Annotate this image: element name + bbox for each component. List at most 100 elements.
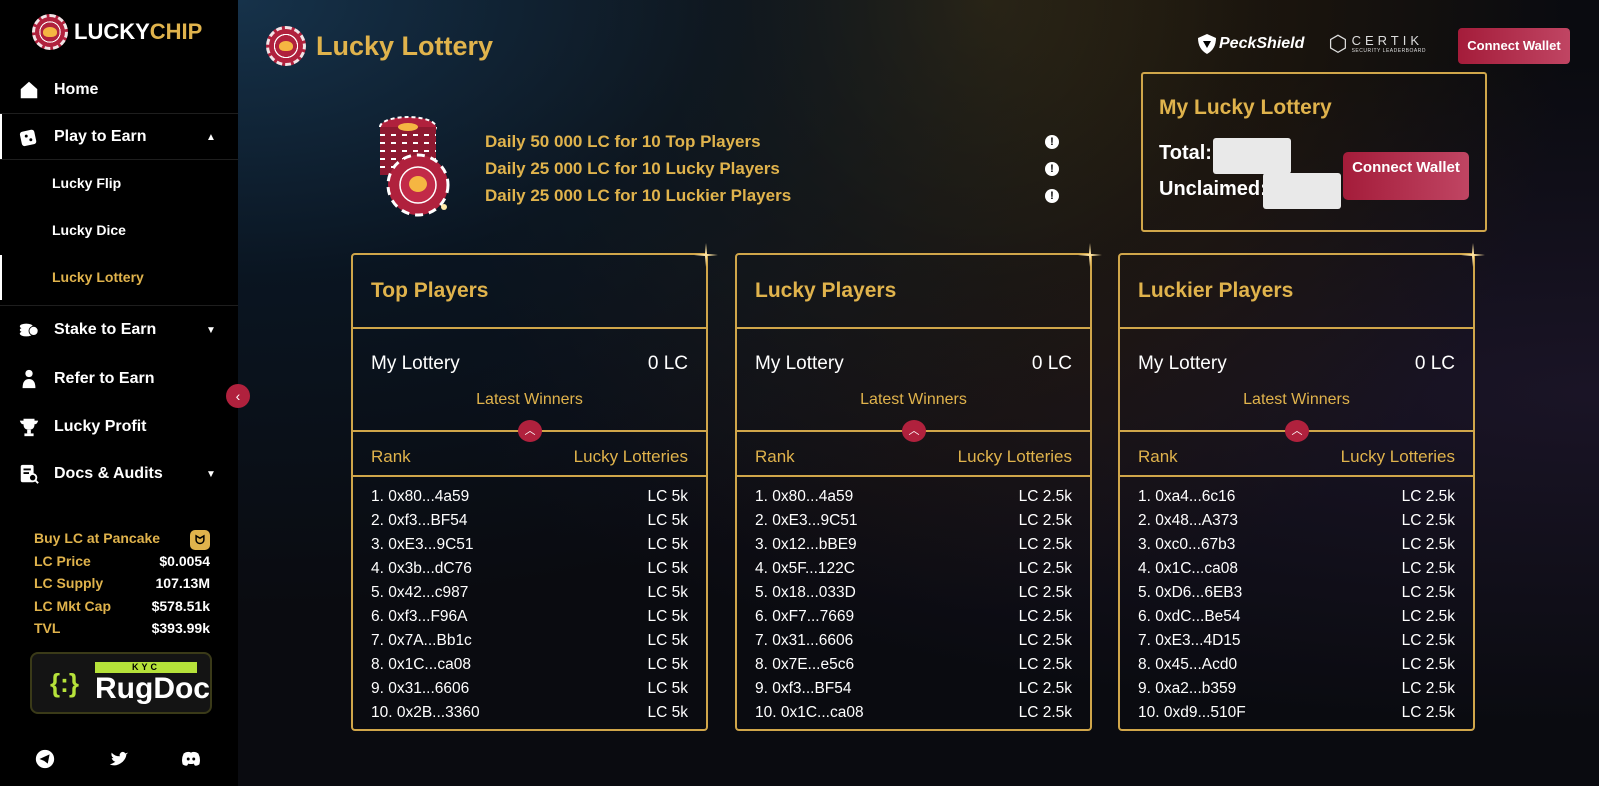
winner-address: 3. 0x12...bBE9	[755, 536, 857, 553]
winner-amount: LC 2.5k	[1401, 656, 1455, 673]
winner-amount: LC 2.5k	[1401, 680, 1455, 697]
winner-address: 6. 0xdC...Be54	[1138, 608, 1241, 625]
divider	[0, 113, 238, 114]
user-icon	[22, 369, 36, 389]
winners-list: 1. 0x80...4a59 LC 2.5k 2. 0xE3...9C51 LC 2.…	[755, 485, 1072, 725]
page-title-text: Lucky Lottery	[316, 30, 494, 61]
winner-address: 1. 0xa4...6c16	[1138, 488, 1236, 505]
connect-wallet-panel-button[interactable]: Connect Wallet	[1343, 152, 1469, 200]
prize-text: Daily 25 000 LC for 10 Lucky Players	[485, 158, 780, 178]
connect-wallet-button[interactable]: Connect Wallet	[1458, 28, 1570, 64]
sidebar-item-lucky-profit[interactable]: Lucky Profit	[0, 407, 238, 447]
sidebar-subitem-lucky-lottery[interactable]: Lucky Lottery	[52, 269, 144, 285]
stat-value: $0.0054	[159, 552, 210, 569]
winner-row: 2. 0xE3...9C51 LC 2.5k	[755, 509, 1072, 533]
peckshield-logo[interactable]: PeckShield	[1197, 33, 1304, 55]
winner-address: 8. 0x1C...ca08	[371, 656, 471, 673]
top-players-card: Top Players My Lottery 0 LC Latest Winne…	[351, 243, 718, 731]
sidebar-item-stake-to-earn[interactable]: Stake to Earn ▼	[0, 310, 238, 350]
winner-address: 6. 0xF7...7669	[755, 608, 855, 625]
sparkle-icon	[1078, 243, 1102, 267]
winner-address: 1. 0x80...4a59	[371, 488, 470, 505]
sidebar-item-refer-to-earn[interactable]: Refer to Earn	[0, 359, 238, 399]
collapse-toggle-button[interactable]: ︿	[518, 420, 542, 442]
dice-icon	[19, 129, 37, 147]
winner-amount: LC 2.5k	[1018, 608, 1072, 625]
stat-row: TVL $393.99k	[34, 620, 210, 643]
latest-winners-label: Latest Winners	[476, 391, 583, 408]
panel-title: My Lucky Lottery	[1159, 96, 1332, 119]
winner-amount: LC 2.5k	[1401, 512, 1455, 529]
sidebar-item-label: Play to Earn	[54, 128, 147, 145]
winner-amount: LC 5k	[647, 608, 689, 625]
collapse-toggle-button[interactable]: ︿	[1285, 420, 1309, 442]
stat-value: $578.51k	[151, 597, 210, 614]
latest-winners-label: Latest Winners	[860, 391, 967, 408]
info-icon[interactable]: !	[1045, 161, 1059, 176]
rank-header: Rank	[1138, 447, 1178, 466]
winner-address: 2. 0xf3...BF54	[371, 512, 468, 529]
winner-amount: LC 2.5k	[1018, 512, 1072, 529]
chevron-up-icon: ▲	[206, 131, 216, 143]
lucky-lotteries-header: Lucky Lotteries	[573, 447, 688, 466]
brand-logo[interactable]: LUCKYCHIP	[32, 14, 202, 50]
winner-amount: LC 2.5k	[1401, 536, 1455, 553]
sidebar-item-label: Docs & Audits	[54, 465, 163, 482]
winner-amount: LC 2.5k	[1018, 656, 1072, 673]
sidebar-item-docs-audits[interactable]: Docs & Audits ▼	[0, 454, 238, 494]
buy-lc-link[interactable]: Buy LC at Pancake ᗢ	[34, 530, 210, 553]
stat-row: LC Price $0.0054	[34, 553, 210, 576]
winner-amount: LC 5k	[647, 680, 689, 697]
chevron-up-icon: ︿	[908, 425, 920, 437]
latest-winners-label: Latest Winners	[1243, 391, 1350, 408]
active-indicator	[0, 255, 2, 300]
collapse-toggle-button[interactable]: ︿	[902, 420, 926, 442]
prize-text: Daily 50 000 LC for 10 Top Players	[485, 131, 761, 151]
sidebar-collapse-button[interactable]: ‹	[226, 384, 250, 408]
sidebar-item-label: Refer to Earn	[54, 370, 155, 387]
rugdoc-cat-icon: {:}	[50, 667, 79, 698]
stat-value: 107.13M	[155, 575, 210, 591]
winner-address: 8. 0x7E...e5c6	[755, 656, 855, 673]
winner-address: 10. 0xd9...510F	[1138, 704, 1246, 721]
lucky-players-card: Lucky Players My Lottery 0 LC Latest Win…	[735, 243, 1102, 731]
stat-row: LC Supply 107.13M	[34, 575, 210, 598]
certik-subtext: SECURITY LEADERBOARD	[1351, 47, 1426, 54]
winner-row: 5. 0x18...033D LC 2.5k	[755, 581, 1072, 605]
info-icon[interactable]: !	[1045, 134, 1059, 149]
divider	[0, 159, 238, 160]
sidebar-item-play-to-earn[interactable]: Play to Earn ▲	[0, 117, 238, 157]
chevron-down-icon: ▼	[206, 468, 216, 480]
winner-row: 7. 0xE3...4D15 LC 2.5k	[1138, 629, 1455, 653]
certik-text: CERTIK	[1351, 32, 1424, 48]
winner-address: 5. 0x18...033D	[755, 584, 856, 601]
brand-name-white: LUCKY	[74, 19, 150, 44]
winner-row: 8. 0x45...Acd0 LC 2.5k	[1138, 653, 1455, 677]
certik-logo[interactable]: ⬡ CERTIK SECURITY LEADERBOARD	[1328, 31, 1426, 57]
audit-badges: PeckShield ⬡ CERTIK SECURITY LEADERBOARD	[1197, 31, 1426, 57]
telegram-icon[interactable]	[34, 748, 56, 770]
pancakeswap-icon: ᗢ	[190, 530, 210, 550]
sidebar-subitem-lucky-flip[interactable]: Lucky Flip	[52, 175, 121, 191]
winner-amount: LC 2.5k	[1018, 560, 1072, 577]
main-content: Lucky Lottery PeckShield ⬡ CERTIK SECURI…	[238, 0, 1599, 786]
sidebar-item-home[interactable]: Home	[0, 70, 238, 110]
token-stats: Buy LC at Pancake ᗢ LC Price $0.0054 LC …	[34, 530, 210, 643]
sidebar-subitem-lucky-dice[interactable]: Lucky Dice	[52, 222, 126, 238]
winner-address: 2. 0x48...A373	[1138, 512, 1238, 529]
winner-address: 8. 0x45...Acd0	[1138, 656, 1238, 673]
rank-header: Rank	[755, 447, 795, 466]
twitter-icon[interactable]	[108, 748, 130, 770]
info-icon[interactable]: !	[1045, 188, 1059, 203]
winner-row: 5. 0xD6...6EB3 LC 2.5k	[1138, 581, 1455, 605]
winner-address: 6. 0xf3...F96A	[371, 608, 468, 625]
discord-icon[interactable]	[180, 748, 202, 770]
winner-amount: LC 5k	[647, 512, 689, 529]
winner-address: 9. 0x31...6606	[371, 680, 470, 697]
winner-address: 7. 0x7A...Bb1c	[371, 632, 472, 649]
divider	[0, 305, 238, 306]
winner-address: 5. 0x42...c987	[371, 584, 469, 601]
rugdoc-kyc-badge[interactable]: {:} KYC RugDoc	[30, 652, 212, 714]
coins-icon	[19, 323, 39, 337]
winner-address: 1. 0x80...4a59	[755, 488, 854, 505]
